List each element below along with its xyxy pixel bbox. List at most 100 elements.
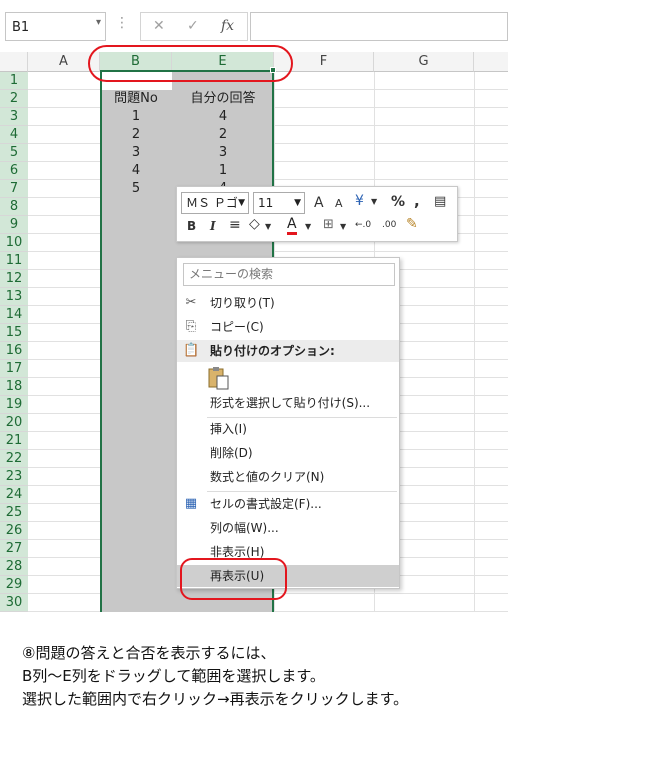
row-header-6[interactable]: 6 xyxy=(0,162,28,180)
row-header-28[interactable]: 28 xyxy=(0,558,28,576)
align-center-icon[interactable]: ≡ xyxy=(229,217,241,233)
annotation-oval-unhide xyxy=(180,558,287,600)
font-size-select[interactable]: 11 ▼ xyxy=(253,192,305,214)
cell-b5[interactable]: 3 xyxy=(100,144,172,162)
insert-function-icon[interactable]: fx xyxy=(221,18,234,34)
menu-item-clear-contents[interactable]: 数式と値のクリア(N) xyxy=(177,466,399,488)
fill-color-icon[interactable]: ◇ xyxy=(249,216,260,232)
enter-icon[interactable]: ✓ xyxy=(187,18,199,34)
row-header-13[interactable]: 13 xyxy=(0,288,28,306)
menu-search-input[interactable]: メニューの検索 xyxy=(183,263,395,286)
shrink-font-icon[interactable]: A xyxy=(335,197,343,210)
scissors-icon: ✂ xyxy=(185,295,197,310)
annotation-oval-columns xyxy=(88,45,293,82)
cell-e6[interactable]: 1 xyxy=(172,162,274,180)
cell-b3[interactable]: 1 xyxy=(100,108,172,126)
cell-e3[interactable]: 4 xyxy=(172,108,274,126)
menu-item-paste-special[interactable]: 形式を選択して貼り付け(S)... xyxy=(177,392,399,414)
chevron-down-icon: ▼ xyxy=(238,198,245,208)
row-header-15[interactable]: 15 xyxy=(0,324,28,342)
row-header-21[interactable]: 21 xyxy=(0,432,28,450)
mini-toolbar: ＭＳ Ｐゴ ▼ 11 ▼ A A ¥ ▼ % , ▤ B I ≡ ◇ ▼ A ▼… xyxy=(176,186,458,242)
accounting-format-icon[interactable]: ¥ xyxy=(355,193,364,209)
caption-line: B列～E列をドラッグして範囲を選択します。 xyxy=(22,667,325,685)
row-header-26[interactable]: 26 xyxy=(0,522,28,540)
menu-item-label: セルの書式設定(F)... xyxy=(210,497,322,511)
menu-item-label: 切り取り(T) xyxy=(210,296,275,310)
row-header-7[interactable]: 7 xyxy=(0,180,28,198)
gridline xyxy=(474,72,475,612)
row-header-30[interactable]: 30 xyxy=(0,594,28,612)
font-name-select[interactable]: ＭＳ Ｐゴ ▼ xyxy=(181,192,249,214)
increase-decimal-icon[interactable]: ←.0 xyxy=(355,220,371,230)
row-header-24[interactable]: 24 xyxy=(0,486,28,504)
row-header-22[interactable]: 22 xyxy=(0,450,28,468)
menu-item-copy[interactable]: ⎘ コピー(C) xyxy=(177,316,399,338)
row-header-29[interactable]: 29 xyxy=(0,576,28,594)
row-header-2[interactable]: 2 xyxy=(0,90,28,108)
row-header-11[interactable]: 11 xyxy=(0,252,28,270)
column-header-next[interactable] xyxy=(474,52,508,72)
row-header-17[interactable]: 17 xyxy=(0,360,28,378)
chevron-down-icon[interactable]: ▼ xyxy=(371,197,377,206)
cell-e5[interactable]: 3 xyxy=(172,144,274,162)
row-header-8[interactable]: 8 xyxy=(0,198,28,216)
row-header-27[interactable]: 27 xyxy=(0,540,28,558)
name-box-value: B1 xyxy=(12,20,30,35)
bold-icon[interactable]: B xyxy=(187,219,196,233)
menu-item-label: 列の幅(W)... xyxy=(210,521,279,535)
menu-item-delete[interactable]: 削除(D) xyxy=(177,442,399,464)
formula-input[interactable] xyxy=(250,12,508,41)
row-header-18[interactable]: 18 xyxy=(0,378,28,396)
row-header-23[interactable]: 23 xyxy=(0,468,28,486)
cell-e4[interactable]: 2 xyxy=(172,126,274,144)
name-box[interactable]: B1 ▾ xyxy=(5,12,106,41)
comma-style-icon[interactable]: , xyxy=(414,192,420,210)
format-painter-table-icon[interactable]: ▤ xyxy=(434,194,446,209)
menu-section-paste-options: 📋 貼り付けのオプション: xyxy=(177,340,399,362)
grow-font-icon[interactable]: A xyxy=(314,195,324,211)
row-header-4[interactable]: 4 xyxy=(0,126,28,144)
row-header-19[interactable]: 19 xyxy=(0,396,28,414)
row-header-5[interactable]: 5 xyxy=(0,144,28,162)
row-header-14[interactable]: 14 xyxy=(0,306,28,324)
chevron-down-icon[interactable]: ▼ xyxy=(340,222,346,231)
row-header-10[interactable]: 10 xyxy=(0,234,28,252)
menu-item-format-cells[interactable]: ▦ セルの書式設定(F)... xyxy=(177,493,399,515)
formula-buttons: ✕ ✓ fx xyxy=(140,12,248,41)
copy-icon: ⎘ xyxy=(185,319,197,334)
borders-icon[interactable]: ⊞ xyxy=(323,217,334,232)
row-header-20[interactable]: 20 xyxy=(0,414,28,432)
row-header-3[interactable]: 3 xyxy=(0,108,28,126)
chevron-down-icon[interactable]: ▾ xyxy=(96,17,101,28)
format-painter-icon[interactable]: ✎ xyxy=(406,216,418,232)
menu-item-column-width[interactable]: 列の幅(W)... xyxy=(177,517,399,539)
chevron-down-icon[interactable]: ▼ xyxy=(305,222,311,231)
chevron-down-icon[interactable]: ▼ xyxy=(265,222,271,231)
select-all-corner[interactable] xyxy=(0,52,28,72)
row-header-1[interactable]: 1 xyxy=(0,72,28,90)
menu-item-label: 数式と値のクリア(N) xyxy=(210,470,325,484)
column-header-g[interactable]: G xyxy=(374,52,474,72)
caption-line: ⑧問題の答えと合否を表示するには、 xyxy=(22,644,276,662)
cell-b6[interactable]: 4 xyxy=(100,162,172,180)
cell-b7[interactable]: 5 xyxy=(100,180,172,198)
decrease-decimal-icon[interactable]: .00 xyxy=(382,220,396,230)
row-header-9[interactable]: 9 xyxy=(0,216,28,234)
menu-item-insert[interactable]: 挿入(I) xyxy=(177,418,399,440)
paste-button[interactable] xyxy=(207,366,231,390)
formula-bar: B1 ▾ ⋮ ✕ ✓ fx xyxy=(0,0,508,42)
row-header-12[interactable]: 12 xyxy=(0,270,28,288)
italic-icon[interactable]: I xyxy=(210,219,216,233)
cell-e2[interactable]: 自分の回答 xyxy=(172,90,274,108)
cell-b2[interactable]: 問題No xyxy=(100,90,172,108)
cancel-icon[interactable]: ✕ xyxy=(153,18,165,34)
menu-item-cut[interactable]: ✂ 切り取り(T) xyxy=(177,292,399,314)
row-header-25[interactable]: 25 xyxy=(0,504,28,522)
more-options-icon[interactable]: ⋮ xyxy=(115,15,129,31)
row-header-16[interactable]: 16 xyxy=(0,342,28,360)
clipboard-icon: 📋 xyxy=(183,343,200,358)
font-color-icon[interactable]: A xyxy=(287,217,297,235)
cell-b4[interactable]: 2 xyxy=(100,126,172,144)
percent-style-icon[interactable]: % xyxy=(391,194,405,210)
